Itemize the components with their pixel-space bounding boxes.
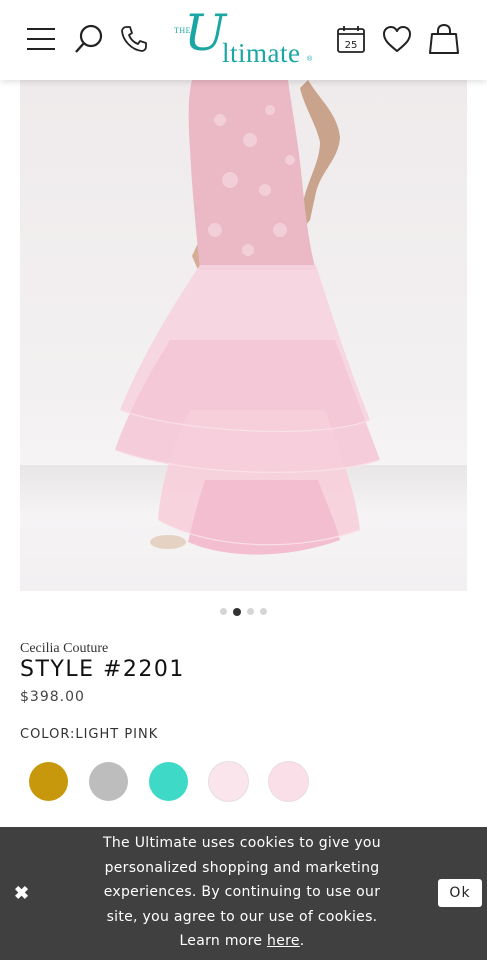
heart-icon[interactable] — [380, 22, 414, 56]
calendar-icon[interactable]: 25 — [334, 22, 368, 56]
brand-logo[interactable]: THE U ltimate ® — [170, 8, 320, 70]
dress-illustration — [114, 80, 381, 555]
swatch-turquoise[interactable] — [149, 762, 188, 801]
learn-more-link[interactable]: here — [267, 933, 300, 949]
swatch-gold[interactable] — [29, 762, 68, 801]
cookie-text: The Ultimate uses cookies to give you pe… — [103, 835, 381, 950]
color-swatches — [29, 762, 308, 801]
selected-color: COLOR:LIGHT PINK — [20, 727, 158, 742]
color-value: LIGHT PINK — [75, 727, 159, 742]
cookie-banner: ✖ The Ultimate uses cookies to give you … — [0, 827, 487, 960]
product-price: $398.00 — [20, 689, 85, 705]
site-header: THE U ltimate ® 25 — [0, 0, 487, 80]
color-label: COLOR: — [20, 727, 76, 742]
cookie-message: The Ultimate uses cookies to give you pe… — [92, 831, 392, 954]
search-icon[interactable] — [72, 22, 106, 56]
carousel-dot[interactable] — [233, 607, 241, 616]
carousel-dots — [0, 607, 487, 616]
ok-button[interactable]: Ok — [438, 879, 482, 907]
close-icon[interactable]: ✖ — [14, 883, 29, 904]
shopping-bag-icon[interactable] — [427, 22, 461, 56]
designer-name[interactable]: Cecilia Couture — [20, 641, 108, 657]
menu-icon[interactable] — [24, 22, 58, 56]
phone-icon[interactable] — [117, 22, 151, 56]
swatch-silver[interactable] — [89, 762, 128, 801]
product-image[interactable] — [20, 80, 467, 591]
swatch-light-pink[interactable] — [209, 762, 248, 801]
carousel-dot[interactable] — [260, 608, 267, 615]
carousel-dot[interactable] — [220, 608, 227, 615]
swatch-pink[interactable] — [269, 762, 308, 801]
carousel-dot[interactable] — [247, 608, 254, 615]
cookie-text-end: . — [299, 933, 305, 950]
calendar-day: 25 — [345, 40, 358, 51]
style-number: STYLE #2201 — [20, 657, 185, 682]
